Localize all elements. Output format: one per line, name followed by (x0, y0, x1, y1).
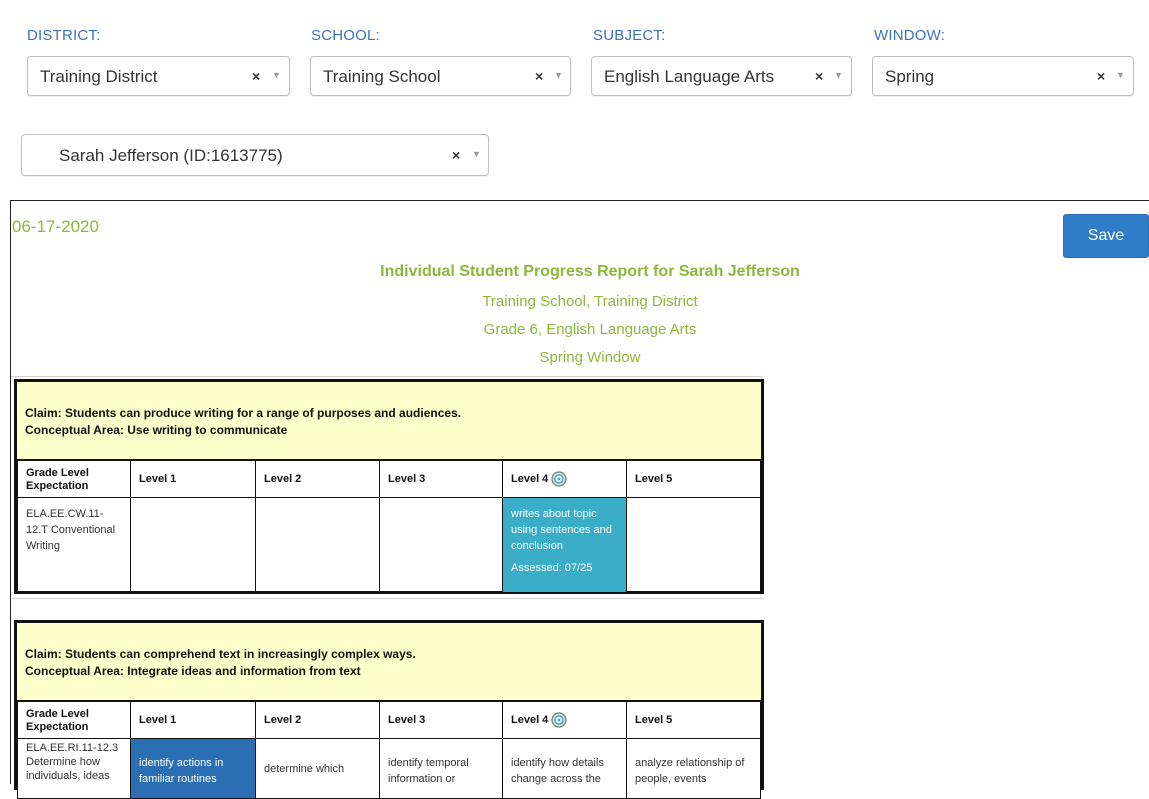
claim-table-writing: Claim: Students can produce writing for … (14, 379, 764, 594)
divider (11, 376, 763, 377)
student-select[interactable]: Sarah Jefferson (ID:1613775) × ▼ (21, 134, 489, 176)
school-select[interactable]: Training School × ▼ (310, 56, 571, 96)
header-level-4-label: Level 4 (511, 472, 549, 485)
save-button[interactable]: Save (1063, 214, 1149, 258)
table-header-row: Grade Level Expectation Level 1 Level 2 … (17, 460, 761, 498)
subject-clear-icon[interactable]: × (815, 68, 823, 84)
level-5-cell[interactable] (626, 497, 761, 593)
level-3-cell[interactable]: identify temporal information or (379, 738, 503, 799)
window-chevron-down-icon[interactable]: ▼ (1116, 70, 1125, 80)
student-clear-icon[interactable]: × (452, 147, 460, 163)
claim-header: Claim: Students can comprehend text in i… (17, 623, 761, 701)
student-select-value: Sarah Jefferson (ID:1613775) (59, 146, 283, 165)
report-school-line: Training School, Training District (482, 293, 698, 310)
header-level-5: Level 5 (626, 701, 761, 739)
subject-select-value: English Language Arts (604, 67, 775, 86)
claim-text: Claim: Students can produce writing for … (25, 406, 462, 420)
header-level-4: Level 4 (502, 460, 627, 498)
subject-chevron-down-icon[interactable]: ▼ (834, 70, 843, 80)
level-5-cell[interactable]: analyze relationship of people, events (626, 738, 761, 799)
header-level-1: Level 1 (130, 701, 256, 739)
claim-text: Claim: Students can comprehend text in i… (25, 647, 416, 661)
level-1-cell[interactable]: identify actions in familiar routines (130, 738, 256, 799)
level-4-assessed-date: Assessed: 07/25 (511, 562, 593, 574)
report-grade-line: Grade 6, English Language Arts (483, 321, 697, 338)
district-clear-icon[interactable]: × (252, 68, 260, 84)
header-level-1: Level 1 (130, 460, 256, 498)
header-grade-level-expectation: Grade Level Expectation (17, 701, 131, 739)
subject-select[interactable]: English Language Arts × ▼ (591, 56, 852, 96)
claim-table-reading: Claim: Students can comprehend text in i… (14, 620, 764, 799)
report-date: 06-17-2020 (12, 217, 99, 236)
district-select-value: Training District (40, 67, 158, 86)
header-grade-level-expectation: Grade Level Expectation (17, 460, 131, 498)
district-chevron-down-icon[interactable]: ▼ (272, 70, 281, 80)
level-4-cell[interactable]: identify how details change across the (502, 738, 627, 799)
table-row: ELA.EE.RI.11-12.3 Determine how individu… (17, 738, 761, 799)
claim-header: Claim: Students can produce writing for … (17, 382, 761, 460)
target-icon[interactable] (550, 712, 568, 728)
header-level-2: Level 2 (255, 460, 380, 498)
report-window-line: Spring Window (539, 349, 641, 366)
header-level-5: Level 5 (626, 460, 761, 498)
window-label: WINDOW: (874, 27, 946, 44)
conceptual-area-text: Conceptual Area: Integrate ideas and inf… (25, 664, 361, 678)
window-clear-icon[interactable]: × (1097, 68, 1105, 84)
school-chevron-down-icon[interactable]: ▼ (554, 70, 563, 80)
school-clear-icon[interactable]: × (535, 68, 543, 84)
school-label: SCHOOL: (311, 27, 380, 44)
table-header-row: Grade Level Expectation Level 1 Level 2 … (17, 701, 761, 739)
student-chevron-down-icon[interactable]: ▼ (472, 149, 481, 159)
header-level-4: Level 4 (502, 701, 627, 739)
expectation-cell: ELA.EE.RI.11-12.3 Determine how individu… (17, 738, 131, 799)
level-table: Grade Level Expectation Level 1 Level 2 … (17, 460, 761, 593)
expectation-cell: ELA.EE.CW.11-12.T Conventional Writing (17, 497, 131, 593)
report-title: Individual Student Progress Report for S… (380, 263, 800, 280)
level-1-cell[interactable] (130, 497, 256, 593)
window-select[interactable]: Spring × ▼ (872, 56, 1134, 96)
level-2-cell[interactable]: determine which (255, 738, 380, 799)
table-row: ELA.EE.CW.11-12.T Conventional Writing w… (17, 497, 761, 593)
target-icon[interactable] (550, 471, 568, 487)
level-3-cell[interactable] (379, 497, 503, 593)
district-select[interactable]: Training District × ▼ (27, 56, 290, 96)
window-select-value: Spring (885, 67, 935, 86)
level-table: Grade Level Expectation Level 1 Level 2 … (17, 701, 761, 799)
header-level-3: Level 3 (379, 460, 503, 498)
level-4-description: writes about topic using sentences and c… (511, 508, 612, 552)
level-2-cell[interactable] (255, 497, 380, 593)
level-4-cell[interactable]: writes about topic using sentences and c… (502, 497, 627, 593)
district-label: DISTRICT: (27, 27, 101, 44)
school-select-value: Training School (323, 67, 441, 86)
conceptual-area-text: Conceptual Area: Use writing to communic… (25, 423, 288, 437)
header-level-2: Level 2 (255, 701, 380, 739)
subject-label: SUBJECT: (593, 27, 666, 44)
divider (11, 598, 763, 599)
header-level-3: Level 3 (379, 701, 503, 739)
header-level-4-label: Level 4 (511, 713, 549, 726)
